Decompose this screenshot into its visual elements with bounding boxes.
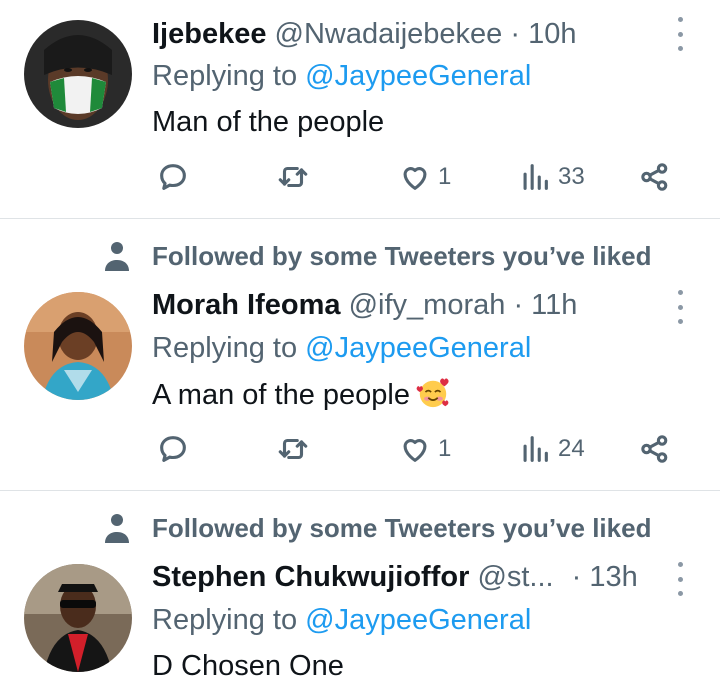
social-context-text: Followed by some Tweeters you’ve liked <box>152 241 652 271</box>
action-bar: 1 33 <box>0 160 720 200</box>
replying-to: Replying to @JaypeeGeneral <box>152 58 531 94</box>
user-handle[interactable]: @ify_morah <box>349 289 506 321</box>
tweet-2[interactable]: Followed by some Tweeters you’ve liked M… <box>0 219 720 490</box>
tweet-header: Stephen Chukwujioffor @st... · 13h <box>152 559 638 595</box>
reply-button[interactable] <box>156 432 190 466</box>
user-handle[interactable]: @st... <box>477 561 553 593</box>
separator-dot: · <box>510 18 521 50</box>
replying-to-label: Replying to <box>152 604 298 636</box>
retweet-button[interactable] <box>276 160 310 194</box>
tweet-1[interactable]: Ijebekee @Nwadaijebekee · 10h Replying t… <box>0 0 720 218</box>
views-icon <box>523 436 548 462</box>
like-icon <box>403 439 427 462</box>
reply-button[interactable] <box>156 160 190 194</box>
share-button[interactable] <box>638 160 672 194</box>
replying-to-label: Replying to <box>152 60 298 92</box>
replying-to: Replying to @JaypeeGeneral <box>152 602 531 638</box>
mention-link[interactable]: @JaypeeGeneral <box>305 604 531 636</box>
views-button[interactable]: 24 <box>518 432 585 466</box>
view-count: 33 <box>558 163 585 190</box>
like-button[interactable]: 1 <box>398 432 451 466</box>
share-button[interactable] <box>638 432 672 466</box>
views-button[interactable]: 33 <box>518 160 585 194</box>
avatar[interactable] <box>24 20 132 128</box>
action-bar: 1 24 <box>0 432 720 472</box>
display-name[interactable]: Ijebekee <box>152 18 266 50</box>
social-context: Followed by some Tweeters you’ve liked <box>0 511 720 547</box>
tweet-header: Ijebekee @Nwadaijebekee · 10h <box>152 16 576 52</box>
more-icon[interactable] <box>668 290 692 324</box>
tweet-3[interactable]: Followed by some Tweeters you’ve liked S… <box>0 491 720 684</box>
separator-dot: · <box>571 561 582 593</box>
timestamp[interactable]: 11h <box>531 289 577 321</box>
more-icon[interactable] <box>668 17 692 51</box>
replying-to: Replying to @JaypeeGeneral <box>152 330 531 366</box>
user-handle[interactable]: @Nwadaijebekee <box>275 18 503 50</box>
avatar[interactable] <box>24 564 132 672</box>
person-icon <box>105 242 129 271</box>
separator-dot: · <box>513 289 524 321</box>
tweet-header: Morah Ifeoma @ify_morah · 11h <box>152 287 577 323</box>
avatar[interactable] <box>24 292 132 400</box>
social-context: Followed by some Tweeters you’ve liked <box>0 239 720 275</box>
tweet-text-container: A man of the people <box>152 376 450 413</box>
retweet-icon <box>278 438 308 460</box>
share-icon <box>641 163 668 191</box>
person-icon <box>105 514 129 543</box>
display-name[interactable]: Morah Ifeoma <box>152 289 341 321</box>
display-name[interactable]: Stephen Chukwujioffor <box>152 561 469 593</box>
tweet-text: A man of the people <box>152 379 410 411</box>
like-count: 1 <box>438 163 452 190</box>
retweet-icon <box>278 166 308 188</box>
share-icon <box>641 435 668 463</box>
reply-icon <box>160 436 186 462</box>
views-icon <box>523 164 548 190</box>
view-count: 24 <box>558 435 585 462</box>
smiling-face-with-hearts-icon <box>416 378 449 408</box>
tweet-text: Man of the people <box>152 106 385 138</box>
social-context-text: Followed by some Tweeters you’ve liked <box>152 513 652 543</box>
timestamp[interactable]: 13h <box>589 561 637 593</box>
like-icon <box>403 167 427 190</box>
tweet-text: D Chosen One <box>152 650 344 682</box>
mention-link[interactable]: @JaypeeGeneral <box>305 60 531 92</box>
like-button[interactable]: 1 <box>398 160 451 194</box>
reply-icon <box>160 164 186 190</box>
mention-link[interactable]: @JaypeeGeneral <box>305 332 531 364</box>
timestamp[interactable]: 10h <box>528 18 576 50</box>
replying-to-label: Replying to <box>152 332 298 364</box>
more-icon[interactable] <box>668 562 692 596</box>
like-count: 1 <box>438 435 452 462</box>
retweet-button[interactable] <box>276 432 310 466</box>
